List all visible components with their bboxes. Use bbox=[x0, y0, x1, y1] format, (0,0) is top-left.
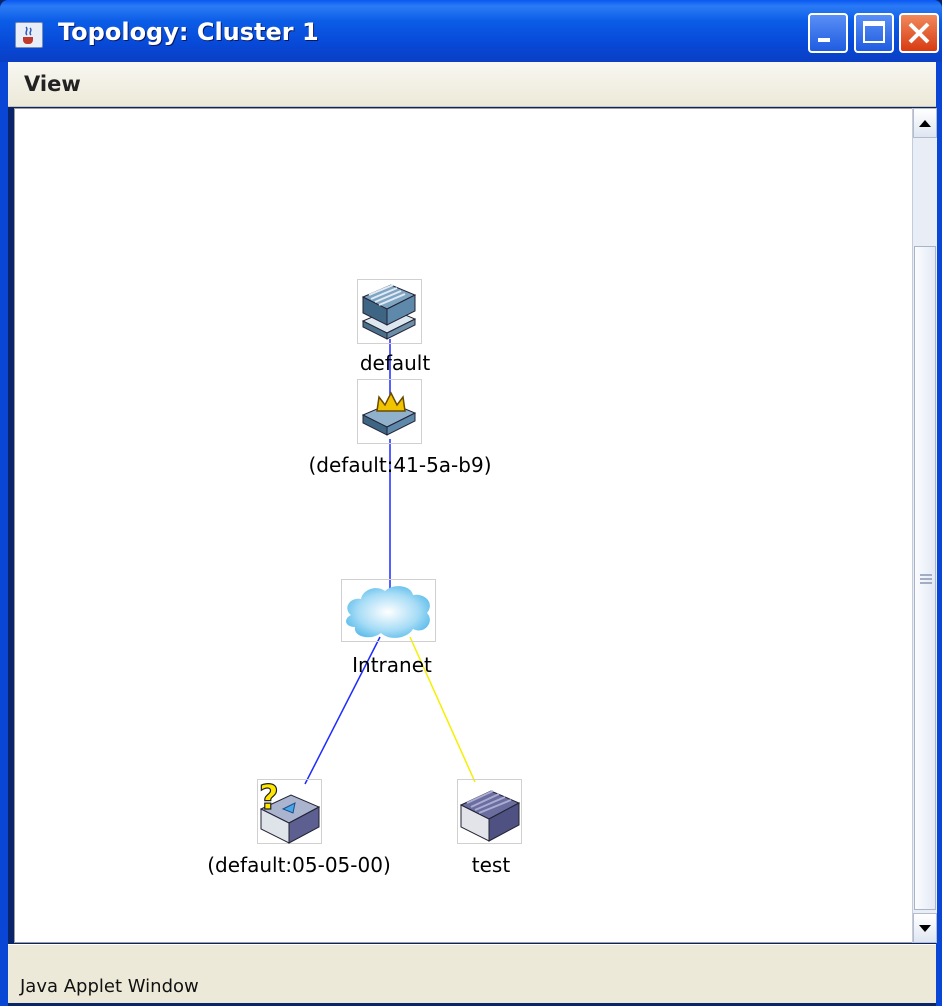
arrow-down-icon bbox=[919, 925, 931, 932]
menu-bar: View bbox=[8, 62, 936, 107]
node-label-candidate: (default:05-05-00) bbox=[207, 853, 391, 877]
maximize-button[interactable] bbox=[854, 13, 894, 53]
scroll-thumb[interactable] bbox=[914, 246, 936, 910]
scroll-up-button[interactable] bbox=[913, 108, 937, 138]
menu-view[interactable]: View bbox=[24, 72, 81, 96]
close-button[interactable] bbox=[899, 13, 939, 53]
close-icon bbox=[908, 22, 930, 44]
svg-text:?: ? bbox=[259, 779, 279, 818]
window-frame-left bbox=[0, 62, 8, 1006]
minimize-icon bbox=[818, 38, 830, 42]
group-switch-icon[interactable] bbox=[357, 279, 423, 345]
commander-switch-icon[interactable] bbox=[357, 379, 423, 445]
arrow-up-icon bbox=[919, 120, 931, 127]
window-title: Topology: Cluster 1 bbox=[58, 18, 319, 46]
node-label-intranet: Intranet bbox=[352, 653, 432, 677]
cloud-icon[interactable] bbox=[341, 579, 437, 643]
maximize-icon bbox=[863, 21, 885, 43]
node-label-test: test bbox=[471, 853, 511, 877]
status-text: Java Applet Window bbox=[20, 976, 199, 997]
vertical-scrollbar[interactable] bbox=[912, 108, 937, 943]
unknown-switch-icon[interactable]: ? bbox=[257, 779, 323, 845]
grip-icon bbox=[920, 574, 932, 584]
topology-canvas[interactable]: default (default:41-5a-b9) Intranet ? (d… bbox=[14, 108, 914, 943]
node-label-commander: (default:41-5a-b9) bbox=[308, 453, 492, 477]
app-window: Topology: Cluster 1 View default (defaul… bbox=[0, 0, 942, 1006]
node-label-default: default bbox=[359, 351, 431, 375]
title-bar[interactable]: Topology: Cluster 1 bbox=[0, 0, 942, 62]
status-bar: Java Applet Window bbox=[8, 944, 936, 1003]
scroll-down-button[interactable] bbox=[913, 913, 937, 943]
java-cup-icon bbox=[15, 22, 43, 48]
switch-icon[interactable] bbox=[457, 779, 523, 845]
minimize-button[interactable] bbox=[808, 13, 848, 53]
